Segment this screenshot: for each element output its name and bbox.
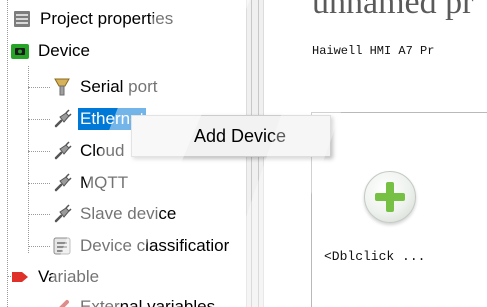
tree-item-label: MQTT: [80, 173, 129, 192]
tree-connector-line: [28, 214, 50, 215]
menu-item-label: Add Device: [194, 125, 287, 146]
tree-connector-line: [28, 246, 50, 247]
tree-item-label: Serial port: [80, 77, 158, 96]
tree-item-label: Slave device: [80, 204, 177, 223]
tree-item-label: Variable: [38, 267, 100, 286]
tree-item-cloud[interactable]: Cloud: [52, 136, 126, 166]
serial-port-icon: [52, 77, 72, 97]
hmi-editor-window: Project properties Device Serial port Et…: [0, 0, 487, 307]
device-icon: [10, 41, 30, 61]
tree-item-device-classification[interactable]: Device classificatior: [52, 231, 231, 261]
external-variables-icon: [52, 297, 72, 307]
tree-item-label: External variables: [80, 297, 216, 307]
tree-item-variable[interactable]: Variable: [10, 262, 101, 292]
add-device-plus-icon[interactable]: [364, 171, 416, 223]
cloud-plug-icon: [52, 141, 72, 161]
tree-connector-line: [28, 151, 50, 152]
tree-item-mqtt[interactable]: MQTT: [52, 168, 130, 198]
tree-item-label: Project properties: [40, 9, 174, 28]
add-device-card[interactable]: <Dblclick ...: [311, 112, 487, 307]
variable-icon: [10, 267, 30, 287]
tree-item-label: Device classificatior: [80, 236, 230, 255]
tree-connector-line: [28, 183, 50, 184]
document-subtitle: Haiwell HMI A7 Pr: [312, 44, 435, 58]
dblclick-hint: <Dblclick ...: [324, 249, 426, 264]
document-title: unnamed pr: [312, 0, 474, 21]
tree-item-project-properties[interactable]: Project properties: [12, 4, 175, 34]
tree-item-device[interactable]: Device: [10, 36, 92, 66]
menu-item-add-device[interactable]: Add Device: [134, 118, 328, 154]
device-classification-icon: [52, 236, 72, 256]
tree-connector-line: [28, 119, 50, 120]
ethernet-icon: [52, 109, 72, 129]
tree-connector-line: [28, 87, 50, 88]
slave-device-plug-icon: [52, 204, 72, 224]
project-properties-icon: [12, 9, 32, 29]
tree-item-label: Cloud: [80, 141, 125, 160]
context-menu: Add Device: [131, 115, 331, 157]
mqtt-plug-icon: [52, 173, 72, 193]
tree-item-external-variables[interactable]: External variables: [52, 292, 217, 307]
tree-item-serial-port[interactable]: Serial port: [52, 72, 159, 102]
tree-item-label: Device: [38, 41, 90, 60]
tree-connector-line: [7, 0, 8, 307]
tree-connector-line: [28, 66, 29, 253]
tree-item-slave-device[interactable]: Slave device: [52, 199, 178, 229]
